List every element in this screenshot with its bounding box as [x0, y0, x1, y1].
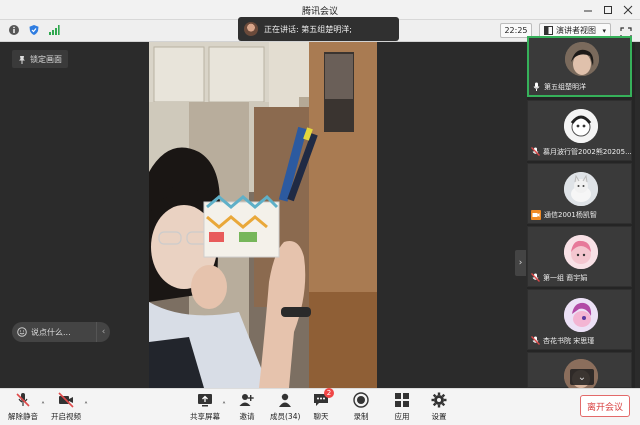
- view-mode-label: 演讲者视图: [556, 26, 596, 35]
- speaker-video[interactable]: [149, 42, 377, 388]
- speaking-text: 正在讲话: 第五组楚明洋;: [264, 24, 352, 34]
- participant-name-row: 慕月波行管2002熊20205...: [531, 146, 632, 157]
- participant-name-row: 第五组楚明洋: [532, 81, 586, 92]
- chat-icon: 2: [312, 388, 334, 409]
- participant-name: 杏花书院 宋思瑾: [543, 336, 595, 345]
- fullscreen-icon[interactable]: [620, 24, 632, 39]
- security-shield-icon[interactable]: [28, 24, 40, 36]
- apps-label: 应用: [394, 412, 410, 421]
- invite-label: 邀请: [239, 412, 255, 421]
- window-controls: [580, 2, 636, 18]
- share-screen-button[interactable]: 共享屏幕: [190, 391, 220, 422]
- participant-tile[interactable]: 第五组楚明洋: [527, 36, 632, 97]
- share-screen-icon: [196, 391, 214, 409]
- minimize-icon[interactable]: [580, 2, 596, 18]
- unmute-label: 解除静音: [8, 412, 38, 421]
- participant-avatar: [564, 109, 598, 143]
- participant-name-row: 杏花书院 宋思瑾: [531, 335, 594, 346]
- scroll-down-icon[interactable]: ⌄: [570, 369, 594, 385]
- participant-avatar: [564, 172, 598, 206]
- mic-muted-icon: [531, 147, 540, 156]
- settings-label: 设置: [431, 412, 447, 421]
- participant-tile[interactable]: 杏花书院 宋思瑾: [527, 289, 632, 350]
- network-signal-icon[interactable]: [48, 24, 60, 36]
- members-icon: [276, 391, 294, 409]
- meeting-window: 腾讯会议 22:25 演讲者视图 ▾ 正在讲话: 第五组楚明洋; 锁定画面 说点…: [0, 0, 640, 425]
- participant-avatar: [564, 235, 598, 269]
- members-label: 成员(34): [270, 412, 301, 421]
- apps-button[interactable]: 应用: [393, 391, 411, 422]
- mic-muted-icon: [531, 336, 540, 345]
- chat-button[interactable]: 2 聊天: [312, 388, 334, 422]
- apps-icon: [393, 391, 411, 409]
- share-options-chevron-icon[interactable]: ˄: [222, 401, 226, 410]
- toggle-participant-panel-icon[interactable]: ›: [515, 250, 526, 276]
- participant-tile[interactable]: 第一组 裔宇娟: [527, 226, 632, 287]
- speaker-avatar: [244, 22, 258, 36]
- leave-meeting-button[interactable]: 离开会议: [580, 395, 630, 417]
- chat-label: 聊天: [313, 412, 329, 421]
- chat-input-box[interactable]: 说点什么... ‹: [12, 322, 110, 342]
- participant-panel: 第五组楚明洋 慕月波行管2002熊20205... 通信2001杨凯智 第一组 …: [527, 36, 635, 393]
- unmute-button[interactable]: 解除静音: [8, 391, 38, 422]
- bottom-toolbar: 解除静音 ˄ 开启视频 ˄ 共享屏幕 ˄ 邀请 成员(34) 2 聊天 录制 应…: [0, 388, 640, 425]
- window-title: 腾讯会议: [301, 7, 338, 17]
- add-user-icon: [238, 391, 256, 409]
- chat-unread-badge: 2: [324, 388, 334, 398]
- video-frame-image: [149, 42, 377, 388]
- participant-name: 慕月波行管2002熊20205...: [543, 147, 632, 156]
- video-options-chevron-icon[interactable]: ˄: [84, 401, 88, 410]
- camera-on-icon: [531, 209, 541, 220]
- members-button[interactable]: 成员(34): [270, 391, 300, 422]
- record-label: 录制: [353, 412, 369, 421]
- main-video-stage: 锁定画面 说点什么... ‹ ›: [5, 42, 526, 388]
- lock-screen-label: 锁定画面: [30, 54, 62, 64]
- info-icon[interactable]: [8, 24, 20, 36]
- participant-avatar: [565, 42, 599, 76]
- mic-on-icon: [532, 82, 541, 91]
- camera-off-icon: [57, 391, 75, 409]
- chevron-down-icon: ▾: [602, 26, 606, 35]
- mic-muted-icon: [14, 391, 32, 409]
- start-video-button[interactable]: 开启视频: [51, 391, 81, 422]
- invite-button[interactable]: 邀请: [238, 391, 256, 422]
- close-icon[interactable]: [620, 2, 636, 18]
- mic-options-chevron-icon[interactable]: ˄: [41, 401, 45, 410]
- participant-name: 通信2001杨凯智: [544, 210, 597, 219]
- mic-muted-icon: [531, 273, 540, 282]
- record-button[interactable]: 录制: [352, 391, 370, 422]
- chat-placeholder: 说点什么...: [31, 327, 71, 337]
- participant-name: 第五组楚明洋: [544, 82, 586, 91]
- maximize-icon[interactable]: [600, 2, 616, 18]
- pin-icon: [19, 55, 25, 64]
- emoji-icon[interactable]: [17, 327, 27, 337]
- participant-name-row: 通信2001杨凯智: [531, 209, 597, 220]
- layout-icon: [544, 26, 553, 35]
- record-icon: [352, 391, 370, 409]
- start-video-label: 开启视频: [51, 412, 81, 421]
- participant-tile[interactable]: 慕月波行管2002熊20205...: [527, 100, 632, 161]
- participant-name-row: 第一组 裔宇娟: [531, 272, 587, 283]
- participant-avatar: [564, 298, 598, 332]
- settings-button[interactable]: 设置: [430, 391, 448, 422]
- collapse-chat-icon[interactable]: ‹: [96, 322, 110, 342]
- lock-screen-button[interactable]: 锁定画面: [12, 50, 68, 68]
- participant-name: 第一组 裔宇娟: [543, 273, 588, 282]
- gear-icon: [430, 391, 448, 409]
- speaking-indicator: 正在讲话: 第五组楚明洋;: [238, 17, 399, 41]
- participant-tile[interactable]: 通信2001杨凯智: [527, 163, 632, 224]
- share-screen-label: 共享屏幕: [190, 412, 220, 421]
